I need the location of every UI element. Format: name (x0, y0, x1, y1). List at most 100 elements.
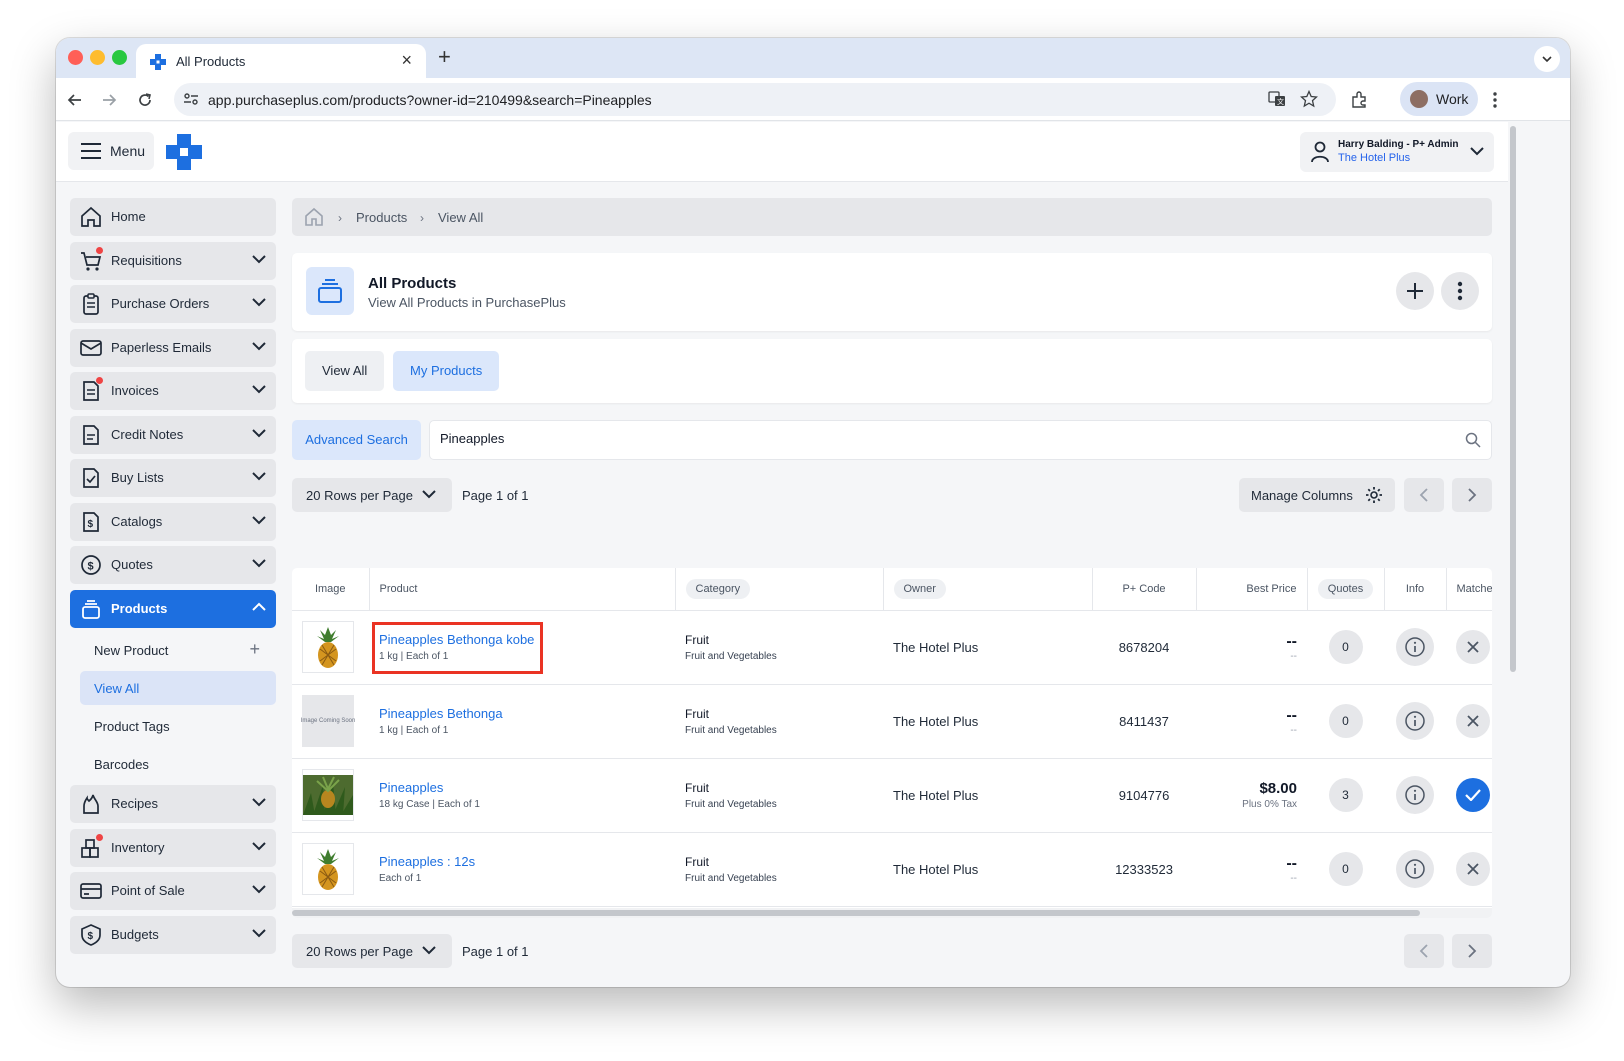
sidebar-item-budgets[interactable]: $ Budgets (70, 915, 276, 954)
product-link[interactable]: Pineapples Bethonga (379, 706, 665, 721)
best-price: -- (1286, 632, 1297, 650)
search-field[interactable] (429, 420, 1492, 460)
bookmark-star-icon[interactable] (1299, 89, 1319, 113)
column-header-product[interactable]: Product (369, 568, 676, 611)
sidebar-subitem-barcodes[interactable]: Barcodes (80, 747, 276, 781)
purchaseplus-logo-icon[interactable] (166, 134, 202, 175)
advanced-search-button[interactable]: Advanced Search (292, 420, 421, 460)
sidebar-item-buy-lists[interactable]: Buy Lists (70, 459, 276, 497)
next-page-button[interactable] (1452, 934, 1492, 968)
sidebar-item-credit-notes[interactable]: Credit Notes (70, 415, 276, 454)
info-button[interactable] (1396, 850, 1434, 888)
info-button[interactable] (1396, 702, 1434, 740)
sidebar-item-requisitions[interactable]: Requisitions (70, 241, 276, 280)
product-link[interactable]: Pineapples (379, 780, 665, 795)
close-tab-icon[interactable]: × (401, 51, 412, 69)
more-options-button[interactable] (1441, 272, 1479, 310)
product-code: 8678204 (1092, 610, 1196, 685)
sidebar-item-catalogs[interactable]: $ Catalogs (70, 502, 276, 541)
column-header-best-price[interactable]: Best Price (1196, 568, 1308, 611)
address-bar[interactable]: app.purchaseplus.com/products?owner-id=2… (174, 83, 1336, 116)
menu-button[interactable]: Menu (68, 132, 154, 170)
manage-columns-button[interactable]: Manage Columns (1239, 478, 1395, 512)
close-icon (1467, 641, 1479, 653)
close-window-button[interactable] (68, 50, 83, 65)
quotes-count[interactable]: 0 (1328, 704, 1363, 738)
sidebar-item-recipes[interactable]: Recipes (70, 785, 276, 823)
previous-page-button[interactable] (1404, 934, 1444, 968)
maximize-window-button[interactable] (112, 50, 127, 65)
sidebar-item-invoices[interactable]: Invoices (70, 372, 276, 410)
sidebar-item-paperless-emails[interactable]: Paperless Emails (70, 328, 276, 367)
column-header-info: Info (1384, 568, 1447, 611)
translate-icon[interactable]: 文 (1268, 90, 1286, 113)
quotes-count[interactable]: 0 (1328, 630, 1363, 664)
info-button[interactable] (1396, 628, 1434, 666)
forward-arrow-icon[interactable] (98, 89, 120, 111)
match-status-button[interactable] (1456, 852, 1490, 886)
back-arrow-icon[interactable] (64, 89, 86, 111)
minimize-window-button[interactable] (90, 50, 105, 65)
next-page-button[interactable] (1452, 478, 1492, 512)
sidebar-item-products[interactable]: Products (70, 589, 276, 628)
page-scrollbar[interactable] (1508, 122, 1518, 987)
quotes-count[interactable]: 3 (1328, 778, 1363, 812)
tab-my-products[interactable]: My Products (393, 351, 500, 391)
add-product-button[interactable] (1396, 272, 1434, 310)
rows-per-page-select[interactable]: 20 Rows per Page (292, 478, 452, 512)
info-icon (1405, 637, 1425, 657)
column-header-owner[interactable]: Owner (883, 568, 1093, 611)
match-status-button[interactable] (1456, 630, 1490, 664)
user-menu-button[interactable]: Harry Balding - P+ Admin The Hotel Plus (1300, 132, 1494, 172)
site-settings-icon[interactable] (182, 90, 200, 113)
home-icon[interactable] (304, 207, 324, 227)
breadcrumb-view-all[interactable]: View All (438, 210, 483, 225)
match-status-button[interactable] (1456, 704, 1490, 738)
sidebar-item-quotes[interactable]: $ Quotes (70, 546, 276, 584)
tab-view-all[interactable]: View All (305, 351, 385, 391)
subcategory: Fruit and Vegetables (685, 872, 777, 884)
sidebar-subitem-view-all[interactable]: View All (80, 671, 276, 705)
chevron-right-icon: › (338, 211, 342, 225)
sidebar-subitem-product-tags[interactable]: Product Tags (80, 709, 276, 743)
avatar (1410, 90, 1428, 108)
image-coming-soon-placeholder[interactable]: Image Coming Soon (301, 695, 355, 747)
profile-button[interactable]: Work (1400, 82, 1478, 116)
chevron-left-icon (1419, 944, 1428, 958)
browser-menu-icon[interactable] (1484, 89, 1506, 111)
extensions-icon[interactable] (1348, 89, 1370, 111)
sidebar-subitem-new-product[interactable]: New Product + (80, 633, 276, 667)
sidebar-item-point-of-sale[interactable]: Point of Sale (70, 872, 276, 910)
product-image[interactable] (302, 843, 354, 895)
browser-tab[interactable]: All Products × (136, 44, 426, 78)
search-input[interactable] (440, 431, 1340, 446)
column-header-category[interactable]: Category (675, 568, 884, 611)
chevron-down-icon (252, 928, 266, 937)
product-link[interactable]: Pineapples Bethonga kobe (379, 632, 665, 647)
product-image[interactable] (302, 621, 354, 673)
chevron-down-icon (252, 298, 266, 307)
column-header-quotes[interactable]: Quotes (1307, 568, 1385, 611)
breadcrumb-products[interactable]: Products (356, 210, 407, 225)
info-button[interactable] (1396, 776, 1434, 814)
rows-per-page-select[interactable]: 20 Rows per Page (292, 934, 452, 968)
tab-search-button[interactable] (1534, 46, 1560, 72)
category: Fruit (685, 706, 709, 721)
new-tab-icon[interactable]: + (438, 46, 451, 68)
reload-icon[interactable] (134, 89, 156, 111)
quotes-count[interactable]: 0 (1328, 852, 1363, 886)
sidebar-item-purchase-orders[interactable]: Purchase Orders (70, 285, 276, 323)
search-row: Advanced Search (292, 420, 1492, 460)
table-horizontal-scrollbar[interactable] (292, 908, 1492, 918)
sidebar-item-home[interactable]: Home (70, 198, 276, 236)
chevron-down-icon (252, 841, 266, 850)
search-icon[interactable] (1465, 432, 1481, 448)
column-header-code[interactable]: P+ Code (1092, 568, 1197, 611)
match-status-button[interactable] (1456, 778, 1490, 812)
product-image[interactable] (302, 769, 354, 821)
svg-text:$: $ (88, 931, 94, 942)
product-link[interactable]: Pineapples : 12s (379, 854, 665, 869)
previous-page-button[interactable] (1404, 478, 1444, 512)
plus-icon[interactable]: + (249, 640, 260, 658)
sidebar-item-inventory[interactable]: Inventory (70, 828, 276, 867)
